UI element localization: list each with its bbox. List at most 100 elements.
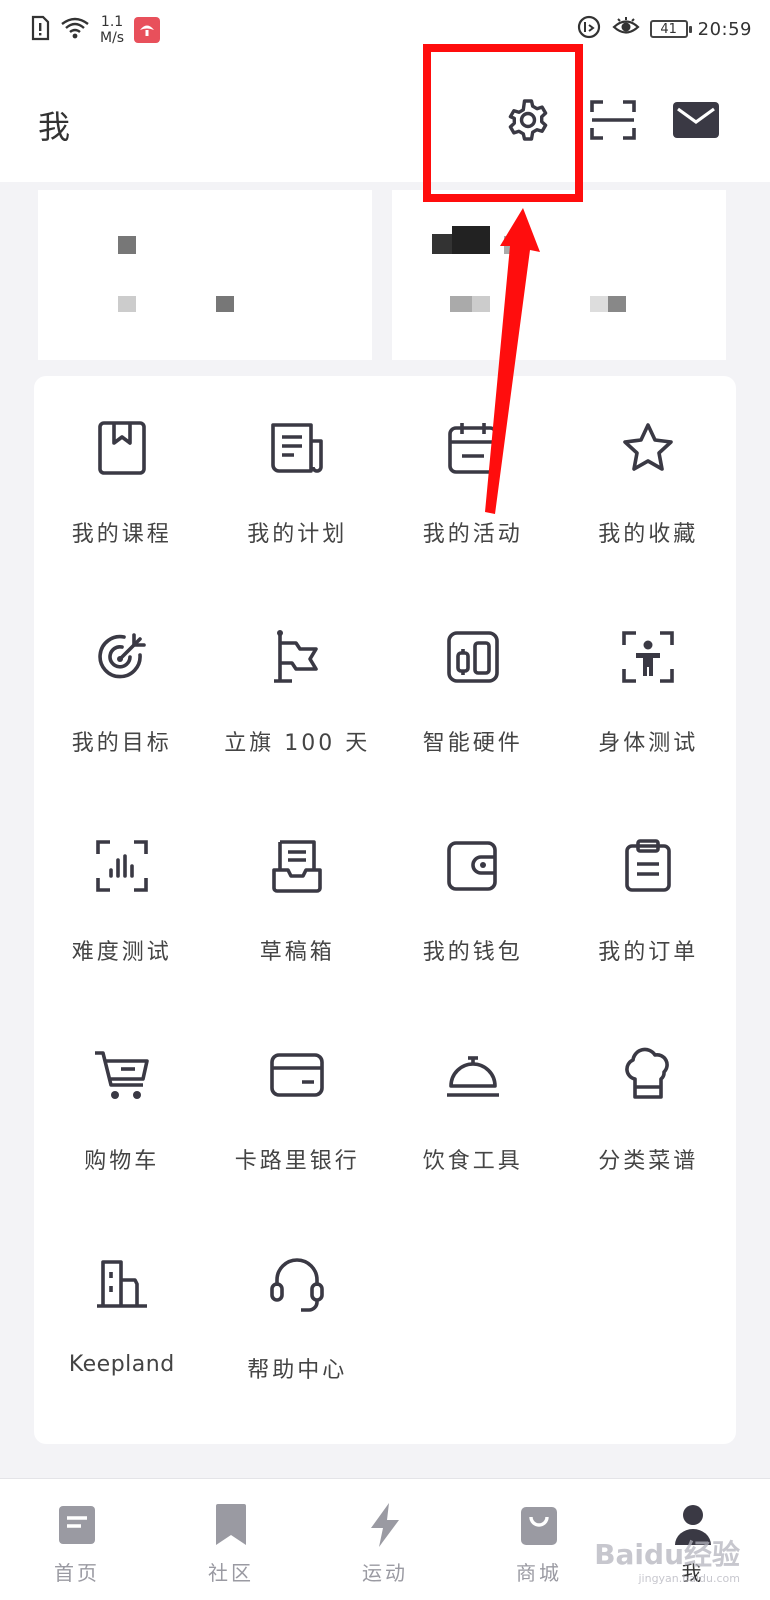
redacted-block <box>450 296 472 312</box>
net-speed-unit: M/s <box>100 30 125 46</box>
redacted-block <box>216 296 234 312</box>
grid-item-help-center[interactable]: 帮助中心 <box>210 1212 386 1421</box>
redacted-block <box>590 296 608 312</box>
gear-icon <box>505 97 551 147</box>
grid-item-diet-tools[interactable]: 饮食工具 <box>385 1003 561 1212</box>
grid-item-my-activities[interactable]: 我的活动 <box>385 376 561 585</box>
eye-comfort-icon <box>611 16 640 42</box>
body-scan-icon <box>616 625 680 689</box>
bookmark-icon <box>207 1501 255 1549</box>
grid-item-label: 智能硬件 <box>422 731 523 756</box>
grid-item-label: 我的订单 <box>598 940 699 965</box>
grid-item-label: Keepland <box>68 1352 175 1377</box>
flag-icon <box>265 625 329 689</box>
status-right: 41 20:59 <box>576 14 752 44</box>
target-icon <box>90 625 154 689</box>
baidu-watermark: Baidu经验 jingyan.baidu.com <box>594 1538 740 1585</box>
star-icon <box>616 416 680 480</box>
grid-item-shopping-cart[interactable]: 购物车 <box>34 1003 210 1212</box>
building-icon <box>90 1252 154 1316</box>
headset-icon <box>265 1252 329 1316</box>
data-saver-icon <box>576 14 602 44</box>
feature-grid: 我的课程 我的计划 我的活动 我的收藏 我的目标 立旗 100 天 智能硬件 身… <box>34 376 736 1421</box>
grid-item-body-test[interactable]: 身体测试 <box>561 585 737 794</box>
nav-workout[interactable]: 运动 <box>308 1479 462 1600</box>
wifi-icon <box>60 16 90 44</box>
net-speed: 1.1 M/s <box>100 14 124 46</box>
grid-item-label: 我的活动 <box>422 522 523 547</box>
grid-item-label: 我的收藏 <box>598 522 699 547</box>
nav-mall[interactable]: 商城 <box>462 1479 616 1600</box>
bar-scan-icon <box>90 834 154 898</box>
grid-item-drafts[interactable]: 草稿箱 <box>210 794 386 1003</box>
status-left: 1.1 M/s <box>30 14 161 46</box>
lightning-icon <box>361 1501 409 1549</box>
grid-item-label: 身体测试 <box>598 731 699 756</box>
clipboard-icon <box>616 834 680 898</box>
sim-alert-icon <box>30 15 50 45</box>
grid-item-keepland[interactable]: Keepland <box>34 1212 210 1421</box>
grid-item-label: 难度测试 <box>71 940 172 965</box>
grid-item-label: 分类菜谱 <box>598 1149 699 1174</box>
mail-icon <box>672 101 720 143</box>
grid-item-label: 我的目标 <box>71 731 172 756</box>
grid-item-label: 饮食工具 <box>422 1149 523 1174</box>
redacted-block <box>118 236 136 254</box>
smart-device-icon <box>441 625 505 689</box>
calendar-icon <box>441 416 505 480</box>
grid-item-calorie-bank[interactable]: 卡路里银行 <box>210 1003 386 1212</box>
card-icon <box>265 1043 329 1107</box>
plan-document-icon <box>265 416 329 480</box>
status-bar: 1.1 M/s 41 20:59 <box>0 0 770 62</box>
book-icon <box>90 416 154 480</box>
clock: 20:59 <box>697 18 752 40</box>
profile-stats-card-left[interactable] <box>38 190 372 360</box>
grid-item-flag-100-days[interactable]: 立旗 100 天 <box>210 585 386 794</box>
net-speed-value: 1.1 <box>100 14 124 30</box>
redacted-block <box>118 296 136 312</box>
grid-item-difficulty-test[interactable]: 难度测试 <box>34 794 210 1003</box>
nav-label: 首页 <box>54 1561 100 1585</box>
grid-item-recipes[interactable]: 分类菜谱 <box>561 1003 737 1212</box>
grid-item-label: 立旗 100 天 <box>224 731 371 756</box>
grid-item-label: 我的课程 <box>71 522 172 547</box>
cart-icon <box>90 1043 154 1107</box>
nav-label: 社区 <box>208 1561 254 1585</box>
feature-grid-panel: 我的课程 我的计划 我的活动 我的收藏 我的目标 立旗 100 天 智能硬件 身… <box>34 376 736 1444</box>
grid-item-label: 购物车 <box>84 1149 160 1174</box>
messages-button[interactable] <box>666 92 726 152</box>
grid-item-label: 帮助中心 <box>247 1358 348 1383</box>
grid-item-smart-hardware[interactable]: 智能硬件 <box>385 585 561 794</box>
profile-stats-card-right[interactable] <box>392 190 726 360</box>
redacted-block <box>608 296 626 312</box>
battery-level: 41 <box>660 21 677 37</box>
watermark-sub: jingyan.baidu.com <box>638 1572 740 1585</box>
redacted-block <box>452 226 490 254</box>
grid-item-label: 草稿箱 <box>259 940 335 965</box>
grid-item-label: 我的钱包 <box>422 940 523 965</box>
grid-item-my-goals[interactable]: 我的目标 <box>34 585 210 794</box>
scan-icon <box>590 99 636 145</box>
grid-item-my-orders[interactable]: 我的订单 <box>561 794 737 1003</box>
watermark-main: Baidu经验 <box>594 1538 740 1571</box>
grid-item-my-courses[interactable]: 我的课程 <box>34 376 210 585</box>
grid-item-my-favorites[interactable]: 我的收藏 <box>561 376 737 585</box>
grid-item-label: 卡路里银行 <box>234 1149 360 1174</box>
scan-button[interactable] <box>583 92 643 152</box>
redacted-block <box>504 236 520 254</box>
inbox-icon <box>265 834 329 898</box>
settings-button[interactable] <box>498 92 558 152</box>
grid-item-my-plans[interactable]: 我的计划 <box>210 376 386 585</box>
nav-label: 商城 <box>516 1561 562 1585</box>
redacted-block <box>472 296 490 312</box>
nav-community[interactable]: 社区 <box>154 1479 308 1600</box>
cloche-icon <box>441 1043 505 1107</box>
chef-hat-icon <box>616 1043 680 1107</box>
wallet-icon <box>441 834 505 898</box>
nav-label: 运动 <box>362 1561 408 1585</box>
app-notification-icon <box>134 17 161 43</box>
battery-icon: 41 <box>649 20 692 38</box>
shopping-bag-icon <box>515 1501 563 1549</box>
grid-item-my-wallet[interactable]: 我的钱包 <box>385 794 561 1003</box>
nav-home[interactable]: 首页 <box>0 1479 154 1600</box>
